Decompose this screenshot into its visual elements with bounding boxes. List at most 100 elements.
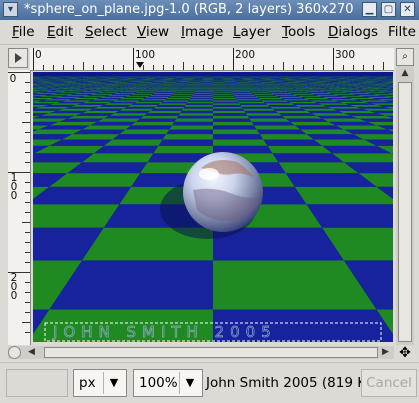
checker-tile <box>131 84 146 85</box>
maximize-icon[interactable]: ▢ <box>381 2 396 17</box>
horizontal-scroll-thumb[interactable] <box>44 347 378 358</box>
checker-tile <box>314 102 344 104</box>
menu-dialogs[interactable]: Dialogs <box>328 24 378 40</box>
checker-tile <box>300 97 326 98</box>
quick-mask-toggle[interactable] <box>8 346 21 359</box>
checker-tile <box>180 111 213 113</box>
checker-tile <box>144 89 163 90</box>
menu-filters[interactable]: Filte <box>388 24 416 40</box>
menu-image[interactable]: Image <box>181 24 223 40</box>
checker-tile <box>104 103 135 105</box>
minimize-icon[interactable]: ▁ <box>362 2 377 17</box>
menu-tools[interactable]: Tools <box>282 24 315 40</box>
checker-tile <box>213 93 233 94</box>
checker-tile <box>257 86 273 87</box>
checker-tile <box>307 87 325 88</box>
up-arrow-icon[interactable]: ▲ <box>398 68 412 80</box>
checker-tile <box>82 102 112 104</box>
left-arrow-icon[interactable]: ◀ <box>28 347 35 357</box>
checker-tile <box>111 85 127 86</box>
title-bar: ▾ *sphere_on_plane.jpg-1.0 (RGB, 2 layer… <box>0 0 419 20</box>
checker-tile <box>297 89 316 90</box>
checker-tile <box>213 134 263 139</box>
vertical-ruler[interactable]: 0 100 200 <box>8 70 31 345</box>
checker-tile <box>91 86 109 87</box>
checker-tile <box>231 91 250 92</box>
checker-tile <box>79 89 99 90</box>
checker-tile <box>138 91 158 92</box>
horizontal-ruler[interactable]: 0 100 200 300 <box>30 48 394 71</box>
window-menu-icon[interactable]: ▾ <box>3 2 18 17</box>
menu-edit[interactable]: Edit <box>47 24 73 40</box>
checker-tile <box>74 93 97 94</box>
checker-tile <box>197 88 213 89</box>
checker-tile <box>90 94 114 95</box>
checker-tile <box>266 84 281 85</box>
checker-tile <box>275 111 311 113</box>
checker-tile <box>286 100 314 101</box>
checker-tile <box>75 113 115 116</box>
checker-tile <box>172 122 213 126</box>
horizontal-scrollbar[interactable]: ◀ ▶ <box>8 346 394 359</box>
checker-tile <box>116 99 143 100</box>
chevron-down-icon: ▼ <box>179 372 200 394</box>
checker-tile <box>197 87 213 88</box>
checker-tile <box>304 91 325 92</box>
four-way-arrow-icon[interactable]: ✥ <box>396 345 414 361</box>
checker-tile <box>168 86 184 87</box>
unit-select[interactable]: px ▼ <box>73 369 127 397</box>
close-icon[interactable]: ✕ <box>400 2 415 17</box>
checker-tile <box>329 86 347 87</box>
checker-tile <box>122 86 139 87</box>
checker-tile <box>166 130 213 135</box>
checker-tile <box>168 97 191 98</box>
checker-tile <box>115 88 133 89</box>
checker-tile <box>151 109 184 111</box>
checker-tile <box>175 92 195 93</box>
checker-tile <box>140 99 166 100</box>
checker-tile <box>293 88 311 89</box>
menu-select[interactable]: Select <box>85 24 127 40</box>
checker-tile <box>313 85 330 86</box>
checker-tile <box>314 89 334 90</box>
menu-view[interactable]: View <box>137 24 169 40</box>
cancel-button[interactable]: Cancel <box>361 369 417 397</box>
menu-file[interactable]: File <box>12 24 35 40</box>
checker-tile <box>172 84 186 85</box>
checker-tile <box>271 93 293 94</box>
checker-tile <box>302 91 323 92</box>
checker-tile <box>311 113 351 116</box>
checker-tile <box>240 105 270 107</box>
checker-tile <box>325 88 344 89</box>
checker-tile <box>242 86 258 87</box>
checker-tile <box>199 84 213 85</box>
checker-tile <box>242 85 257 86</box>
checker-tile <box>249 119 290 122</box>
checker-tile <box>126 85 142 86</box>
checker-tile <box>85 87 104 88</box>
checker-tile <box>247 116 285 119</box>
checker-tile <box>182 109 213 111</box>
checker-tile <box>190 97 213 98</box>
checker-tile <box>265 90 284 91</box>
checker-tile <box>107 95 131 96</box>
checker-tile <box>276 96 300 97</box>
zoom-to-fit-button[interactable]: ⌕ <box>396 48 414 66</box>
menu-layer[interactable]: Layer <box>233 24 271 40</box>
checker-tile <box>295 89 314 90</box>
checker-tile <box>227 85 242 86</box>
zoom-select[interactable]: 100% ▼ <box>133 369 203 397</box>
checker-tile <box>298 107 332 109</box>
image-canvas[interactable]: JOHN SMITH 2005 <box>33 72 393 342</box>
menu-arrow-button[interactable] <box>8 48 28 68</box>
checker-tile <box>135 87 152 88</box>
checker-tile <box>126 125 172 129</box>
checker-tile <box>96 89 115 90</box>
checker-tile <box>281 98 307 99</box>
checker-tile <box>270 85 286 86</box>
checker-tile <box>104 96 129 97</box>
right-arrow-icon[interactable]: ▶ <box>382 347 389 357</box>
vertical-scroll-thumb[interactable] <box>398 82 412 342</box>
checker-tile <box>100 97 126 98</box>
checker-tile <box>131 103 160 105</box>
